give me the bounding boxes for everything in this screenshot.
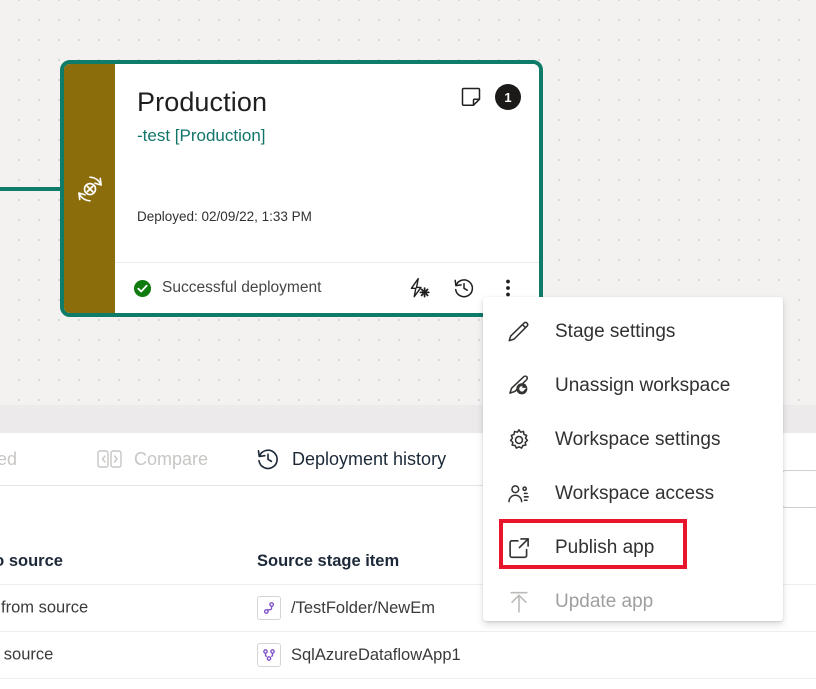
gear-icon [505, 427, 533, 453]
menu-item-update-app: Update app [483, 575, 783, 621]
compare-icon [97, 447, 123, 471]
arrow-up-icon [505, 589, 533, 615]
menu-item-workspace-access-label: Workspace access [555, 483, 714, 505]
deployment-status-text: Successful deployment [162, 279, 321, 297]
production-stage-card[interactable]: Production -test [Production] Deployed: … [60, 60, 543, 317]
people-icon [505, 481, 533, 507]
stage-card-footer: Successful deployment [115, 262, 539, 313]
pencil-unassign-icon [505, 373, 533, 399]
menu-item-workspace-access[interactable]: Workspace access [483, 467, 783, 521]
menu-item-update-app-label: Update app [555, 591, 653, 613]
sticky-note-icon[interactable] [459, 85, 483, 109]
deployment-history-icon [255, 446, 281, 472]
menu-item-workspace-settings[interactable]: Workspace settings [483, 413, 783, 467]
toolbar-item-deployment-history[interactable]: Deployment history [255, 446, 446, 472]
source-item-name: /TestFolder/NewEm [291, 599, 435, 618]
source-item-name: SqlAzureDataflowApp1 [291, 646, 461, 665]
toolbar-item-related[interactable]: related [0, 449, 17, 470]
cell-compare-state: e as source [0, 646, 53, 665]
success-check-icon [133, 279, 152, 298]
workspace-link[interactable]: -test [Production] [137, 124, 517, 148]
toolbar-item-deployment-history-label: Deployment history [292, 449, 446, 470]
stage-card-main: Production -test [Production] Deployed: … [115, 64, 539, 262]
stage-context-menu: Stage settings Unassign workspace Worksp… [483, 297, 783, 621]
card-header-actions: 1 [459, 84, 521, 110]
deployed-timestamp: Deployed: 02/09/22, 1:33 PM [137, 209, 312, 224]
menu-item-unassign-workspace-label: Unassign workspace [555, 375, 730, 397]
column-header-source-stage-item: Source stage item [257, 552, 399, 571]
menu-item-stage-settings-label: Stage settings [555, 321, 675, 343]
toolbar-item-compare[interactable]: Compare [97, 447, 208, 471]
deploy-blocked-icon [75, 174, 105, 204]
toolbar-item-compare-label: Compare [134, 449, 208, 470]
menu-item-publish-app[interactable]: Publish app [483, 521, 783, 575]
menu-item-stage-settings[interactable]: Stage settings [483, 305, 783, 359]
cell-source-item: /TestFolder/NewEm [257, 596, 435, 620]
status-badge: 1 [495, 84, 521, 110]
dataflow-icon [257, 643, 281, 667]
stage-status-rail [64, 64, 115, 313]
cell-compare-state: rent from source [0, 599, 88, 618]
dataflow-icon [257, 596, 281, 620]
deploy-settings-icon[interactable] [407, 275, 433, 301]
open-in-new-icon [505, 535, 533, 561]
menu-item-unassign-workspace[interactable]: Unassign workspace [483, 359, 783, 413]
column-header-compare-to-source: d to source [0, 552, 63, 571]
stage-card-body: Production -test [Production] Deployed: … [115, 64, 539, 313]
cell-source-item: SqlAzureDataflowApp1 [257, 643, 461, 667]
menu-item-workspace-settings-label: Workspace settings [555, 429, 720, 451]
menu-item-publish-app-label: Publish app [555, 537, 654, 559]
table-row[interactable]: e as source SqlAzureDataflowApp1 [0, 632, 816, 679]
deployment-history-icon[interactable] [451, 275, 477, 301]
pencil-icon [505, 319, 533, 345]
toolbar-item-related-label: related [0, 449, 17, 470]
